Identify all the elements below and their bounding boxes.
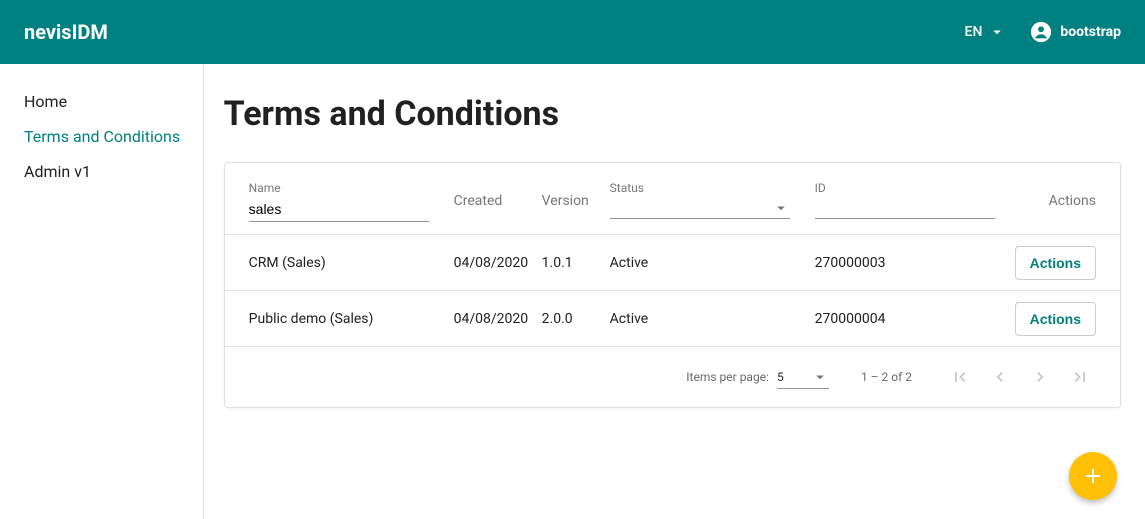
brand-title: nevisIDM (24, 20, 965, 44)
column-header-version: Version (542, 193, 610, 209)
cell-status: Active (610, 311, 815, 327)
table-header-row: Name Created Version Status ID (225, 163, 1120, 235)
filter-name-input[interactable] (249, 197, 429, 222)
column-header-actions: Actions (1049, 193, 1096, 209)
first-page-icon (950, 367, 970, 387)
chevron-down-icon (811, 368, 829, 386)
column-header-status: Status (610, 181, 815, 195)
user-avatar-icon (1030, 21, 1052, 43)
app-header: nevisIDM EN bootstrap (0, 0, 1145, 64)
table-row: Public demo (Sales) 04/08/2020 2.0.0 Act… (225, 291, 1120, 347)
column-header-name: Name (249, 181, 454, 195)
column-header-created: Created (454, 193, 542, 209)
cell-id: 270000003 (815, 255, 1015, 271)
cell-name: CRM (Sales) (249, 255, 454, 271)
cell-version: 2.0.0 (542, 311, 610, 327)
page-title: Terms and Conditions (224, 94, 1121, 134)
sidebar-item-terms[interactable]: Terms and Conditions (24, 119, 203, 154)
filter-id-input[interactable] (821, 199, 1002, 215)
sidebar-item-admin[interactable]: Admin v1 (24, 154, 203, 189)
cell-created: 04/08/2020 (454, 255, 542, 271)
table-row: CRM (Sales) 04/08/2020 1.0.1 Active 2700… (225, 235, 1120, 291)
first-page-button[interactable] (940, 357, 980, 397)
filter-status-select[interactable] (610, 197, 790, 219)
user-menu[interactable]: bootstrap (1030, 21, 1121, 43)
cell-created: 04/08/2020 (454, 311, 542, 327)
page-range-label: 1 – 2 of 2 (861, 370, 912, 384)
cell-version: 1.0.1 (542, 255, 610, 271)
chevron-down-icon (772, 199, 790, 217)
items-per-page-label: Items per page: (686, 370, 769, 384)
cell-name: Public demo (Sales) (249, 311, 454, 327)
data-table: Name Created Version Status ID (224, 162, 1121, 408)
last-page-icon (1070, 367, 1090, 387)
chevron-down-icon (988, 23, 1006, 41)
language-selector[interactable]: EN (965, 23, 1007, 41)
filter-id-wrapper (815, 197, 995, 219)
paginator: Items per page: 5 1 – 2 of 2 (225, 347, 1120, 407)
language-label: EN (965, 24, 983, 40)
page-size-select[interactable]: 5 (777, 366, 829, 389)
sidebar-item-home[interactable]: Home (24, 84, 203, 119)
chevron-right-icon (1030, 367, 1050, 387)
plus-icon (1081, 464, 1105, 488)
next-page-button[interactable] (1020, 357, 1060, 397)
add-button[interactable] (1069, 452, 1117, 500)
row-actions-button[interactable]: Actions (1015, 302, 1096, 336)
main-content: Terms and Conditions Name Created Versio… (204, 64, 1145, 519)
cell-id: 270000004 (815, 311, 1015, 327)
last-page-button[interactable] (1060, 357, 1100, 397)
cell-status: Active (610, 255, 815, 271)
chevron-left-icon (990, 367, 1010, 387)
row-actions-button[interactable]: Actions (1015, 246, 1096, 280)
column-header-id: ID (815, 181, 1015, 195)
sidebar: Home Terms and Conditions Admin v1 (0, 64, 204, 519)
user-name: bootstrap (1060, 24, 1121, 40)
prev-page-button[interactable] (980, 357, 1020, 397)
page-size-value: 5 (777, 370, 811, 384)
